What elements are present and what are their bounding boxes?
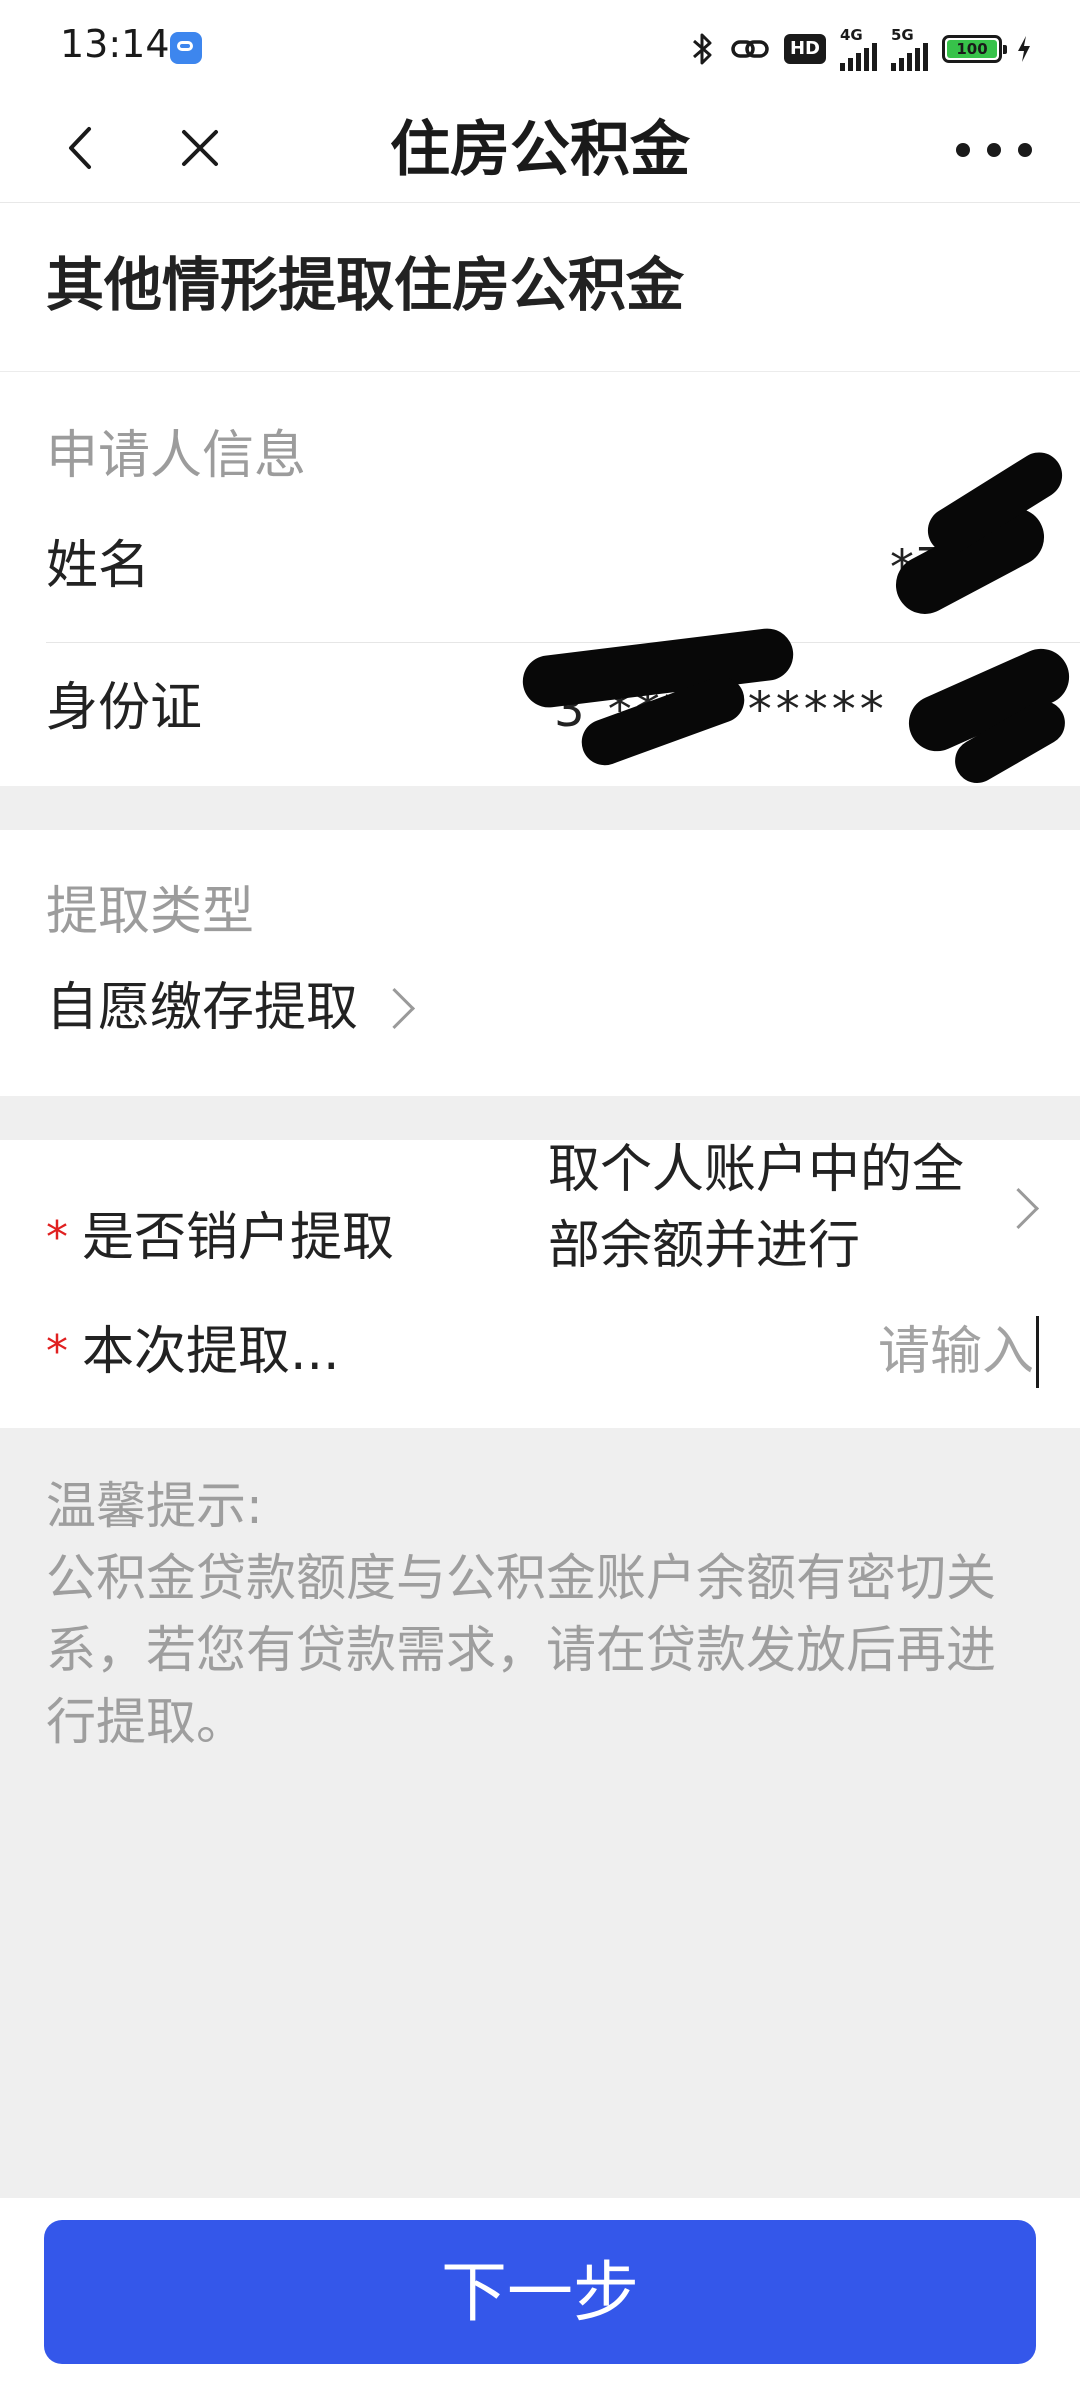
withdraw-type-value: 自愿缴存提取 (46, 978, 359, 1038)
required-mark: * (46, 1212, 68, 1263)
page-title: 其他情形提取住房公积金 (46, 251, 685, 319)
bottom-bar: 下一步 (0, 2198, 1080, 2400)
withdraw-form: * 是否销户提取 取个人账户中的全部余额并进行 * 本次提取... (0, 1140, 1080, 1428)
id-label: 身份证 (46, 678, 203, 738)
applicant-section: 申请人信息 姓名 *王* 身份证 3 ********** (0, 372, 1080, 792)
amount-field (672, 1316, 1039, 1388)
next-button[interactable]: 下一步 (44, 2220, 1036, 2364)
chevron-right-icon (997, 1187, 1040, 1229)
withdraw-type-label: 提取类型 (46, 882, 255, 942)
applicant-section-label: 申请人信息 (46, 426, 307, 486)
chevron-right-icon (374, 987, 416, 1029)
amount-label-group: * 本次提取... (46, 1324, 340, 1380)
status-bar: 13:14 HD 4G 5G 100 (0, 0, 1080, 96)
close-account-label-group: * 是否销户提取 (46, 1210, 394, 1266)
required-mark: * (46, 1326, 68, 1377)
close-account-value: 取个人账户中的全部余额并进行 (548, 1140, 965, 1276)
withdraw-type-selector[interactable]: 自愿缴存提取 (46, 978, 416, 1038)
name-label: 姓名 (46, 536, 151, 596)
amount-input[interactable] (672, 1321, 1036, 1383)
signal-4g-label: 4G (840, 25, 863, 44)
status-time: 13:14 (60, 22, 170, 66)
tip-title: 温馨提示: (46, 1477, 263, 1535)
withdraw-type-section: 提取类型 自愿缴存提取 (0, 830, 1080, 1096)
nav-bar: 住房公积金 (0, 96, 1080, 203)
close-account-label: 是否销户提取 (82, 1208, 395, 1268)
row-divider (46, 642, 1080, 643)
signal-4g: 4G (840, 25, 877, 71)
close-account-selector[interactable]: 取个人账户中的全部余额并进行 (548, 1132, 1040, 1284)
charging-icon (1018, 36, 1030, 62)
nav-title: 住房公积金 (390, 115, 690, 185)
bluetooth-icon (692, 33, 712, 65)
more-button[interactable] (956, 126, 1032, 174)
more-icon (956, 143, 970, 157)
battery-icon: 100 (942, 35, 1007, 63)
app-notification-icon (170, 32, 202, 64)
signal-bars-icon (891, 42, 928, 71)
text-cursor (1036, 1316, 1039, 1388)
tip-section: 温馨提示: 公积金贷款额度与公积金账户余额有密切关系，若您有贷款需求，请在贷款发… (46, 1470, 1036, 1758)
signal-5g-label: 5G (891, 25, 914, 44)
status-icons: HD 4G 5G 100 (690, 24, 1032, 74)
signal-5g: 5G (891, 25, 928, 71)
signal-bars-icon (840, 42, 877, 71)
amount-label: 本次提取... (82, 1322, 340, 1382)
tip-text: 公积金贷款额度与公积金账户余额有密切关系，若您有贷款需求，请在贷款发放后再进行提… (46, 1549, 996, 1751)
page-header: 其他情形提取住房公积金 (0, 203, 1080, 372)
battery-level: 100 (947, 40, 997, 58)
link-icon (731, 40, 769, 58)
hd-badge: HD (783, 34, 826, 64)
